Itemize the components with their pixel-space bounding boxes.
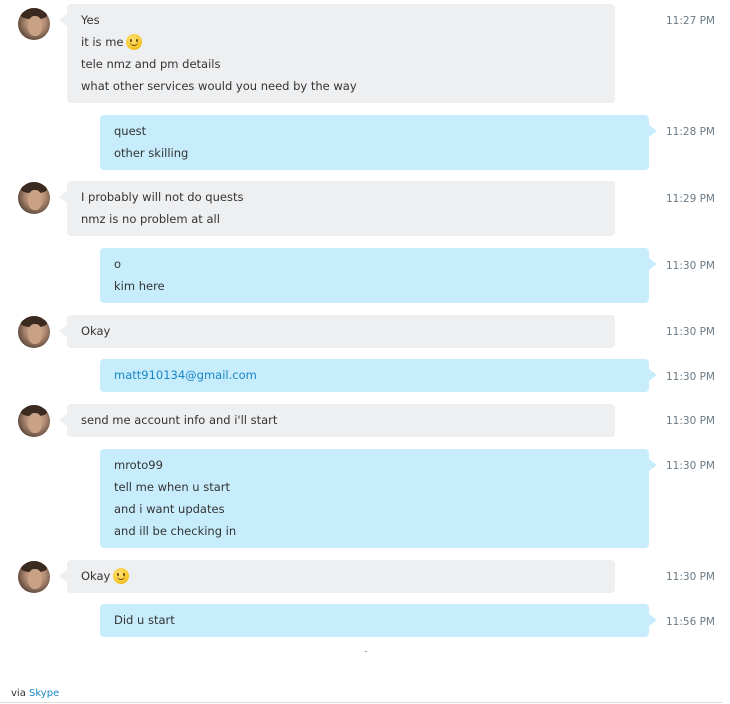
message-bubble-outgoing: matt910134@gmail.com bbox=[100, 359, 657, 392]
contact-avatar[interactable] bbox=[18, 405, 50, 437]
message-text: it is me bbox=[81, 35, 124, 49]
smiley-emoji-icon bbox=[113, 568, 130, 584]
message-bubble-incoming: Yes it is me tele nmz and pm details wha… bbox=[59, 4, 615, 103]
message-timestamp: 11:30 PM bbox=[666, 326, 715, 338]
message-bubble-outgoing: o kim here bbox=[100, 248, 657, 303]
message-bubble-incoming: send me account info and i'll start bbox=[59, 404, 615, 437]
message-bubble-incoming: I probably will not do quests nmz is no … bbox=[59, 181, 615, 236]
divider-dot bbox=[365, 651, 367, 652]
message-timestamp: 11:29 PM bbox=[666, 193, 715, 205]
message-bubble-incoming: Okay bbox=[59, 560, 615, 593]
message-text: what other services would you need by th… bbox=[81, 79, 357, 93]
message-timestamp: 11:27 PM bbox=[666, 15, 715, 27]
smiley-emoji-icon bbox=[126, 34, 143, 50]
message-text: kim here bbox=[114, 279, 165, 293]
message-text: o bbox=[114, 257, 122, 271]
message-text: Did u start bbox=[114, 613, 175, 627]
message-bubble-outgoing: mroto99 tell me when u start and i want … bbox=[100, 449, 657, 548]
message-timestamp: 11:30 PM bbox=[666, 415, 715, 427]
message-timestamp: 11:30 PM bbox=[666, 460, 715, 472]
message-text: tele nmz and pm details bbox=[81, 57, 221, 71]
message-timestamp: 11:30 PM bbox=[666, 371, 715, 383]
contact-avatar[interactable] bbox=[18, 561, 50, 593]
message-text: nmz is no problem at all bbox=[81, 212, 220, 226]
message-bubble-outgoing: Did u start bbox=[100, 604, 657, 637]
message-text: and ill be checking in bbox=[114, 524, 237, 538]
message-bubble-incoming: Okay bbox=[59, 315, 615, 348]
message-text: and i want updates bbox=[114, 502, 225, 516]
message-timestamp: 11:30 PM bbox=[666, 571, 715, 583]
message-bubble-outgoing: quest other skilling bbox=[100, 115, 657, 170]
message-timestamp: 11:28 PM bbox=[666, 126, 715, 138]
contact-avatar[interactable] bbox=[18, 182, 50, 214]
footer-divider bbox=[0, 702, 722, 703]
message-text: tell me when u start bbox=[114, 480, 231, 494]
message-text: Okay bbox=[81, 569, 111, 583]
footer-via-text: via bbox=[11, 688, 26, 699]
message-text: send me account info and i'll start bbox=[81, 413, 278, 427]
email-link[interactable]: matt910134@gmail.com bbox=[114, 368, 257, 382]
message-text: mroto99 bbox=[114, 458, 163, 472]
message-timestamp: 11:30 PM bbox=[666, 260, 715, 272]
message-text: quest bbox=[114, 124, 147, 138]
footer-attribution: via Skype bbox=[11, 688, 59, 699]
skype-link[interactable]: Skype bbox=[29, 688, 59, 699]
message-text: Okay bbox=[81, 324, 111, 338]
message-text: Yes bbox=[81, 13, 100, 27]
message-text: other skilling bbox=[114, 146, 189, 160]
message-timestamp: 11:56 PM bbox=[666, 616, 715, 628]
message-text: I probably will not do quests bbox=[81, 190, 244, 204]
contact-avatar[interactable] bbox=[18, 316, 50, 348]
contact-avatar[interactable] bbox=[18, 8, 50, 40]
